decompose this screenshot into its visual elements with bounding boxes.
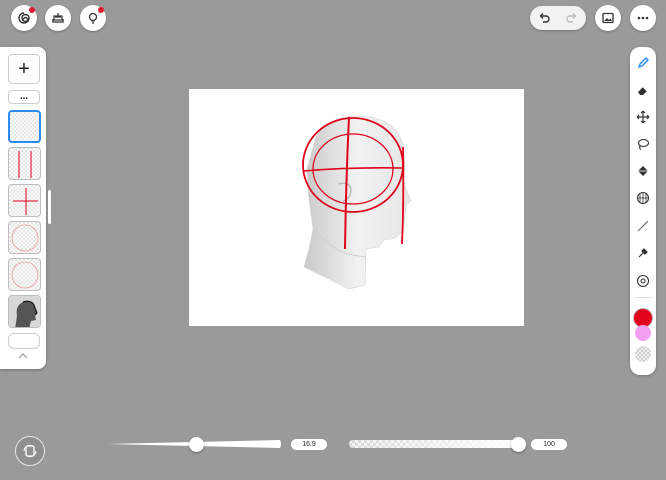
undo-icon[interactable] xyxy=(537,11,551,25)
layer-thumbnail-photo[interactable] xyxy=(8,295,41,328)
sketch-artwork xyxy=(302,115,412,290)
opacity-slider-track[interactable] xyxy=(349,440,526,448)
notification-badge xyxy=(29,7,35,13)
tray-upload-button[interactable] xyxy=(45,5,71,31)
line-tool[interactable] xyxy=(635,218,651,234)
redo-icon[interactable] xyxy=(565,11,579,25)
eyedropper-tool[interactable] xyxy=(635,245,651,261)
canvas-flip-icon xyxy=(23,444,37,458)
tools-panel xyxy=(630,47,656,375)
grid-tool[interactable] xyxy=(635,190,651,206)
undo-redo-group xyxy=(530,6,586,30)
layer-thumbnail-5[interactable] xyxy=(8,258,41,291)
lightbulb-icon xyxy=(88,12,98,24)
layer-thumbnail-1[interactable] xyxy=(8,110,41,143)
notification-badge xyxy=(98,7,104,13)
layer-thumbnail-4[interactable] xyxy=(8,221,41,254)
base-layer-thumbnail[interactable] xyxy=(8,333,40,349)
pen-icon xyxy=(637,57,649,69)
opacity-slider-handle[interactable] xyxy=(511,437,526,452)
drawing-canvas[interactable] xyxy=(189,89,524,326)
gallery-button[interactable] xyxy=(595,5,621,31)
move-tool[interactable] xyxy=(635,109,651,125)
layer-thumbnail-2[interactable] xyxy=(8,147,41,180)
more-horizontal-icon xyxy=(637,16,649,20)
eyedropper-icon xyxy=(638,248,648,258)
eraser-tool[interactable] xyxy=(635,82,651,98)
brush-settings-icon xyxy=(636,274,650,288)
eraser-icon xyxy=(638,86,648,95)
image-icon xyxy=(602,12,614,24)
fill-bucket-tool[interactable] xyxy=(635,163,651,179)
layer-thumbnail-3[interactable] xyxy=(8,184,41,217)
line-icon xyxy=(637,220,649,232)
transparent-color-swatch[interactable] xyxy=(635,346,651,362)
secondary-color-swatch[interactable] xyxy=(635,325,651,341)
app-logo-button[interactable] xyxy=(11,5,37,31)
panel-drag-handle[interactable] xyxy=(48,190,51,224)
tips-button[interactable] xyxy=(80,5,106,31)
fill-bucket-icon xyxy=(638,166,648,176)
brush-size-slider-handle[interactable] xyxy=(188,437,204,452)
canvas-flip-button[interactable] xyxy=(15,436,45,466)
chevron-up-icon[interactable] xyxy=(18,352,28,360)
app-logo-icon xyxy=(18,12,30,24)
lasso-tool[interactable] xyxy=(635,136,651,152)
lasso-icon xyxy=(637,138,650,151)
move-icon xyxy=(636,110,650,124)
brush-settings-tool[interactable] xyxy=(635,273,651,289)
add-layer-button[interactable]: + xyxy=(8,54,40,84)
opacity-value: 100 xyxy=(531,439,567,450)
pen-tool[interactable] xyxy=(635,55,651,71)
tray-upload-icon xyxy=(52,13,64,23)
more-button[interactable] xyxy=(630,5,656,31)
layers-panel: + ... xyxy=(0,47,46,369)
grid-icon xyxy=(636,191,650,205)
brush-size-value: 16.9 xyxy=(291,439,327,450)
divider xyxy=(634,297,652,298)
layer-menu-button[interactable]: ... xyxy=(8,90,40,104)
